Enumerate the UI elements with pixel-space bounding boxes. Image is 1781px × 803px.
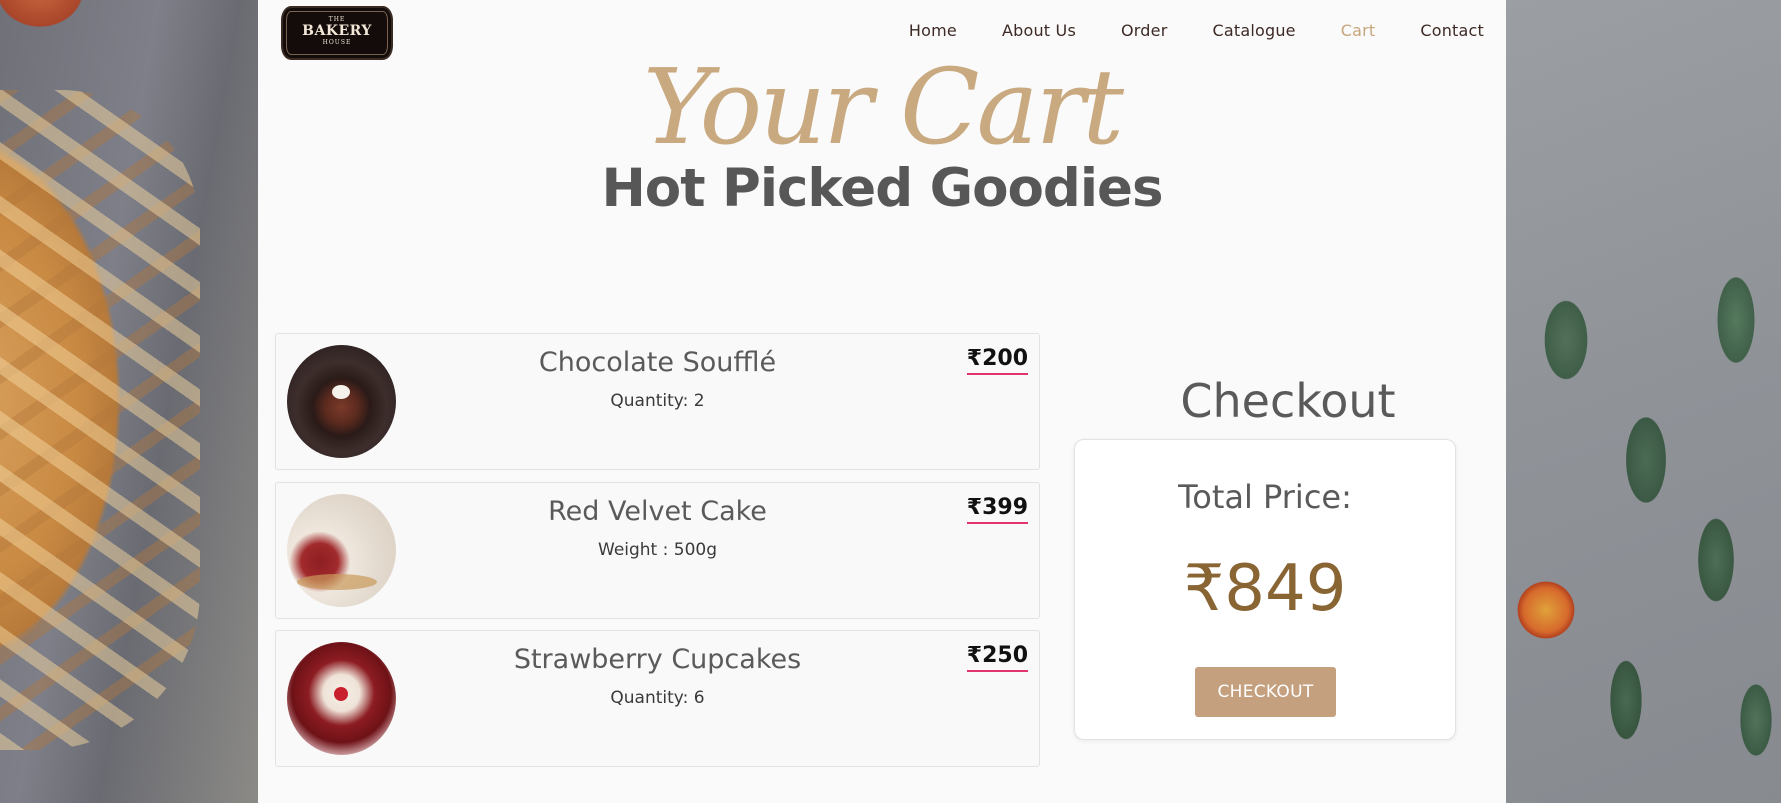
- strawberry-cupcakes-image: [287, 642, 396, 755]
- cart-item: Red Velvet Cake Weight : 500g ₹399: [275, 482, 1040, 619]
- nav-order[interactable]: Order: [1121, 21, 1167, 40]
- hero-title: Hot Picked Goodies: [601, 158, 1163, 219]
- hero-script-title: Your Cart: [642, 46, 1124, 168]
- cart-item-detail: Weight : 500g: [598, 540, 717, 560]
- nav-contact[interactable]: Contact: [1420, 21, 1484, 40]
- logo-main-text: BAKERY: [302, 23, 372, 39]
- nav-cart[interactable]: Cart: [1341, 21, 1376, 40]
- total-price-value: ₹849: [1183, 552, 1347, 626]
- cart-item-price: ₹250: [966, 643, 1028, 672]
- cart-item: Strawberry Cupcakes Quantity: 6 ₹250: [275, 630, 1040, 767]
- nav-about-us[interactable]: About Us: [1002, 21, 1076, 40]
- background-left-pie-photo: [0, 0, 258, 803]
- total-price-label: Total Price:: [1178, 478, 1352, 516]
- cart-item-price: ₹399: [966, 495, 1028, 524]
- background-right-leaves-photo: [1506, 0, 1781, 803]
- top-nav: Home About Us Order Catalogue Cart Conta…: [909, 21, 1484, 40]
- checkout-heading: Checkout: [1180, 374, 1396, 428]
- cart-item-detail: Quantity: 2: [610, 391, 705, 411]
- cart-item-name: Strawberry Cupcakes: [513, 644, 802, 675]
- cart-item-detail: Quantity: 6: [610, 688, 705, 708]
- cart-item-price: ₹200: [966, 346, 1028, 375]
- nav-catalogue[interactable]: Catalogue: [1212, 21, 1295, 40]
- red-velvet-cake-image: [287, 494, 396, 607]
- logo-bottom-text: HOUSE: [322, 39, 352, 46]
- bakery-logo[interactable]: THE BAKERY HOUSE: [281, 6, 393, 60]
- logo-top-text: THE: [328, 16, 346, 23]
- cart-item-name: Red Velvet Cake: [548, 496, 767, 527]
- chocolate-souffle-image: [287, 345, 396, 458]
- checkout-card: Total Price: ₹849 CHECKOUT: [1074, 439, 1456, 740]
- main-panel: THE BAKERY HOUSE Home About Us Order Cat…: [258, 0, 1506, 803]
- nav-home[interactable]: Home: [909, 21, 957, 40]
- cart-item: Chocolate Soufflé Quantity: 2 ₹200: [275, 333, 1040, 470]
- checkout-button[interactable]: CHECKOUT: [1195, 667, 1336, 717]
- pie-lattice-decoration: [0, 90, 200, 750]
- cart-item-name: Chocolate Soufflé: [538, 347, 777, 378]
